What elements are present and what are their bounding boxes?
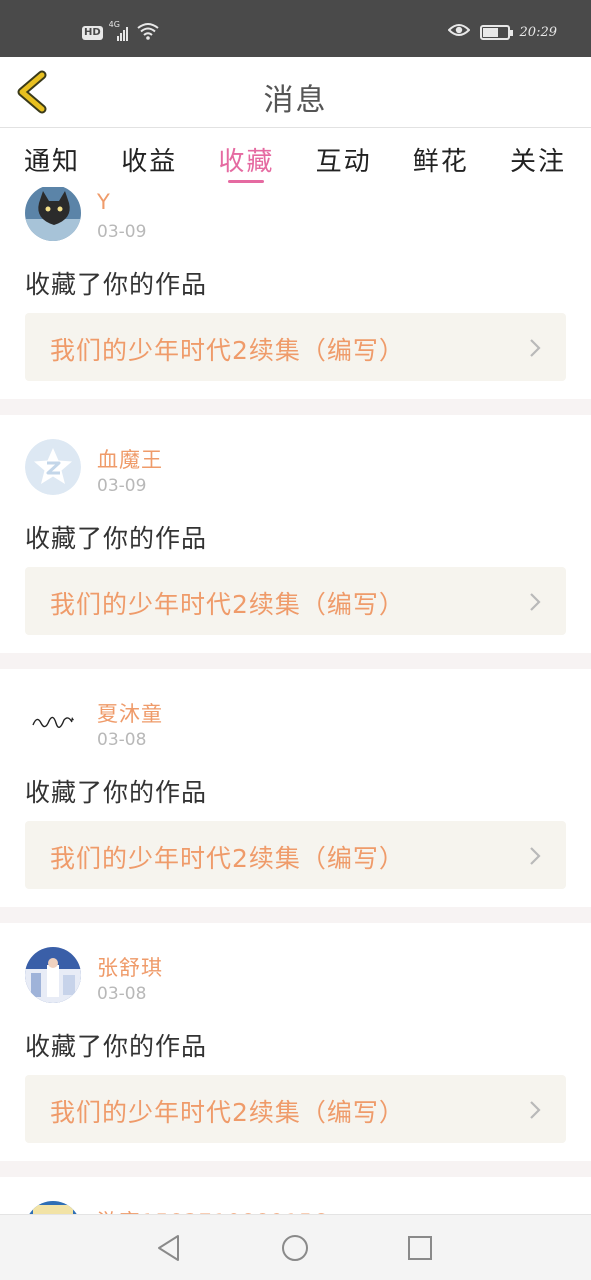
- signature-avatar-icon: [25, 693, 81, 749]
- chevron-right-icon: [530, 339, 541, 357]
- active-tab-indicator: [228, 180, 265, 183]
- tab-follow[interactable]: 关注: [510, 129, 566, 187]
- notification-text: 收藏了你的作品: [25, 1032, 208, 1061]
- cat-avatar-icon: [25, 187, 81, 241]
- signal-icon: 4G: [109, 20, 131, 42]
- username[interactable]: Y: [97, 190, 111, 214]
- photo-avatar-icon: [25, 947, 81, 1003]
- list-item: 夏沐童 03-08 收藏了你的作品 我们的少年时代2续集（编写）: [0, 669, 591, 907]
- avatar[interactable]: [25, 693, 81, 749]
- system-nav-bar: [0, 1214, 591, 1280]
- divider: [0, 907, 591, 923]
- list-item: 张舒琪 03-08 收藏了你的作品 我们的少年时代2续集（编写）: [0, 923, 591, 1161]
- work-title: 我们的少年时代2续集（编写）: [50, 590, 405, 619]
- chevron-right-icon: [530, 593, 541, 611]
- list-item: 游客1583710889156: [0, 1177, 591, 1214]
- tab-earnings[interactable]: 收益: [121, 129, 177, 187]
- notification-text: 收藏了你的作品: [25, 524, 208, 553]
- divider: [0, 653, 591, 669]
- back-triangle-icon[interactable]: [154, 1233, 184, 1263]
- default-z-avatar-icon: [25, 439, 81, 495]
- work-link[interactable]: 我们的少年时代2续集（编写）: [25, 567, 566, 635]
- work-link[interactable]: 我们的少年时代2续集（编写）: [25, 821, 566, 889]
- username[interactable]: 夏沐童: [97, 698, 163, 728]
- divider: [0, 1161, 591, 1177]
- recent-square-icon[interactable]: [405, 1233, 435, 1263]
- chevron-right-icon: [530, 1101, 541, 1119]
- username[interactable]: 游客1583710889156: [97, 1206, 328, 1214]
- status-right: 20:29: [447, 22, 557, 42]
- title-bar: 消息: [0, 57, 591, 128]
- avatar[interactable]: [25, 1201, 81, 1214]
- username[interactable]: 血魔王: [97, 444, 163, 474]
- chevron-right-icon: [530, 847, 541, 865]
- tab-flowers[interactable]: 鲜花: [413, 129, 469, 187]
- hd-icon: HD: [82, 26, 103, 40]
- username[interactable]: 张舒琪: [97, 952, 163, 982]
- notification-date: 03-09: [97, 222, 147, 242]
- work-title: 我们的少年时代2续集（编写）: [50, 1098, 405, 1127]
- work-title: 我们的少年时代2续集（编写）: [50, 844, 405, 873]
- clock: 20:29: [519, 24, 557, 40]
- avatar[interactable]: [25, 439, 81, 495]
- work-title: 我们的少年时代2续集（编写）: [50, 336, 405, 365]
- notification-text: 收藏了你的作品: [25, 778, 208, 807]
- list-item: 血魔王 03-09 收藏了你的作品 我们的少年时代2续集（编写）: [0, 415, 591, 653]
- notification-text: 收藏了你的作品: [25, 270, 208, 299]
- status-bar: HD 4G 20:29: [0, 0, 591, 57]
- battery-icon: [479, 24, 513, 40]
- page-title: 消息: [263, 83, 328, 118]
- notification-date: 03-09: [97, 476, 147, 496]
- home-circle-icon[interactable]: [280, 1233, 310, 1263]
- tab-favorites[interactable]: 收藏: [218, 129, 274, 187]
- wifi-icon: [137, 22, 159, 44]
- work-link[interactable]: 我们的少年时代2续集（编写）: [25, 1075, 566, 1143]
- eye-icon: [447, 22, 470, 42]
- photo-avatar-icon: [25, 1201, 81, 1214]
- status-left: HD 4G: [82, 20, 159, 44]
- notification-date: 03-08: [97, 984, 147, 1004]
- divider: [0, 399, 591, 415]
- tab-interaction[interactable]: 互动: [316, 129, 372, 187]
- list-item: Y 03-09 收藏了你的作品 我们的少年时代2续集（编写）: [0, 187, 591, 399]
- notification-date: 03-08: [97, 730, 147, 750]
- tab-notice[interactable]: 通知: [24, 129, 80, 187]
- tab-bar: 通知 收益 收藏 互动 鲜花 关注: [0, 129, 591, 187]
- work-link[interactable]: 我们的少年时代2续集（编写）: [25, 313, 566, 381]
- avatar[interactable]: [25, 947, 81, 1003]
- avatar[interactable]: [25, 187, 81, 241]
- notification-list[interactable]: Y 03-09 收藏了你的作品 我们的少年时代2续集（编写） 血魔王 03-09…: [0, 187, 591, 1214]
